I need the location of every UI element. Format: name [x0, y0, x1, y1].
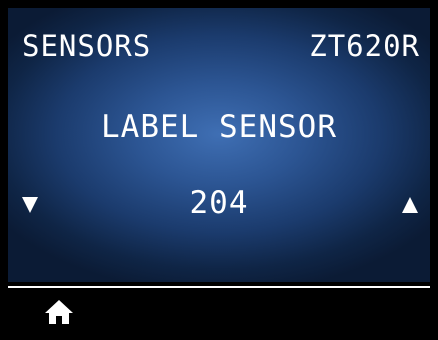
divider [8, 286, 430, 288]
increment-button[interactable] [400, 195, 420, 215]
menu-panel: SENSORS ZT620R LABEL SENSOR 204 [8, 8, 430, 282]
printer-display: SENSORS ZT620R LABEL SENSOR 204 [0, 0, 438, 340]
setting-value: 204 [189, 185, 249, 221]
setting-label: LABEL SENSOR [101, 109, 337, 145]
triangle-up-icon [402, 197, 418, 213]
home-button[interactable] [44, 298, 74, 326]
menu-category-title: SENSORS [22, 29, 152, 63]
home-icon [45, 300, 73, 324]
printer-model: ZT620R [309, 29, 420, 63]
